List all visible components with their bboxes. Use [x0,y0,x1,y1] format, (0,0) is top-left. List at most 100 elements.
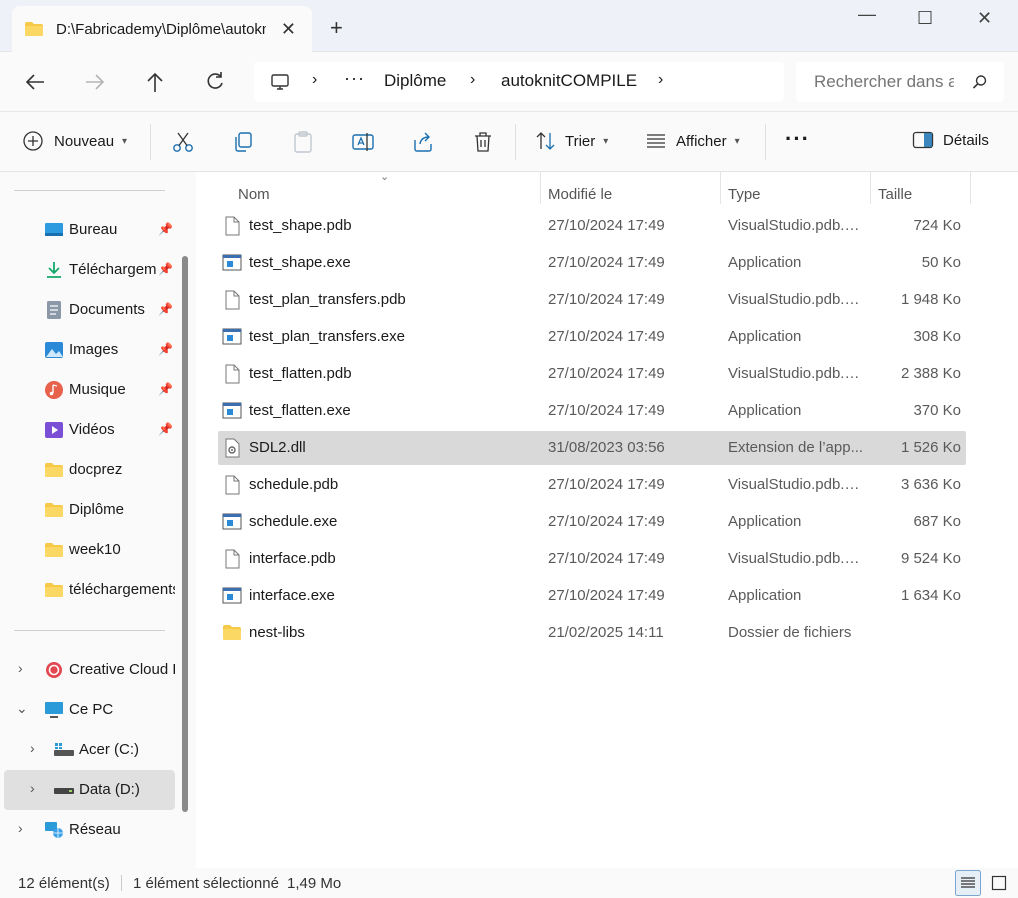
breadcrumb-autoknitcompile[interactable]: autoknitCOMPILE [501,71,637,91]
file-row[interactable]: nest-libs 21/02/2025 14:11 Dossier de fich… [218,616,966,650]
paste-icon[interactable] [291,130,315,154]
sidebar-item-creative-cloud[interactable]: › Creative Cloud Files [0,650,180,690]
search-icon[interactable] [972,74,988,90]
file-modified: 31/08/2023 03:56 [548,439,665,456]
pin-icon[interactable]: 📌 [158,302,173,316]
column-header-type[interactable]: Type [728,186,761,203]
file-row[interactable]: test_flatten.exe 27/10/2024 17:49 Applicat… [218,394,966,428]
sidebar-scrollbar[interactable] [182,256,188,812]
column-divider[interactable] [970,172,971,204]
chevron-right-icon[interactable]: › [30,780,35,796]
pin-icon[interactable]: 📌 [158,422,173,436]
breadcrumb-separator-icon[interactable]: › [312,71,317,89]
file-modified: 27/10/2024 17:49 [548,254,665,271]
sidebar-item-telechargements-folder[interactable]: téléchargements [0,570,180,610]
folder-icon [45,463,63,477]
sidebar-item-telechargements[interactable]: Téléchargements 📌 [0,250,180,290]
selection-count: 1 élément sélectionné [133,875,279,892]
column-header-name[interactable]: Nom [238,186,270,203]
file-modified: 27/10/2024 17:49 [548,217,665,234]
file-modified: 27/10/2024 17:49 [548,550,665,567]
file-row[interactable]: interface.exe 27/10/2024 17:49 Application… [218,579,966,613]
file-row[interactable]: SDL2.dll 31/08/2023 03:56 Extension de l’a… [218,431,966,465]
sidebar-item-data-d[interactable]: › Data (D:) [4,770,175,810]
sidebar-item-ce-pc[interactable]: ⌄ Ce PC [0,690,180,730]
details-button[interactable]: Détails [912,130,989,150]
minimize-button[interactable]: — [858,4,876,25]
up-arrow-icon[interactable] [145,71,165,93]
file-row[interactable]: test_flatten.pdb 27/10/2024 17:49 VisualSt… [218,357,966,391]
file-row[interactable]: test_plan_transfers.pdb 27/10/2024 17:49 V… [218,283,966,317]
column-header-modified[interactable]: Modifié le [548,186,612,203]
details-view-icon[interactable] [955,870,981,896]
file-row[interactable]: schedule.pdb 27/10/2024 17:49 VisualStudio… [218,468,966,502]
column-divider[interactable] [540,172,541,204]
this-pc-icon[interactable] [270,72,290,92]
details-button-label: Détails [943,131,989,149]
large-icons-view-icon[interactable] [986,870,1012,896]
file-row[interactable]: interface.pdb 27/10/2024 17:49 VisualStudi… [218,542,966,576]
search-box[interactable] [796,62,1004,102]
file-type: Dossier de fichiers [728,624,852,641]
sidebar-item-videos[interactable]: Vidéos 📌 [0,410,180,450]
sidebar-item-documents[interactable]: Documents 📌 [0,290,180,330]
maximize-button[interactable]: ☐ [917,8,933,29]
toolbar-divider [765,124,766,160]
tab-current-folder[interactable]: D:\Fabricademy\Diplôme\autoknitCOMPILE ✕ [12,6,312,52]
breadcrumb-separator-icon[interactable]: › [658,71,663,89]
plus-circle-icon [23,131,43,151]
column-divider[interactable] [870,172,871,204]
file-modified: 27/10/2024 17:49 [548,328,665,345]
chevron-down-icon: ▾ [734,135,740,147]
pin-icon[interactable]: 📌 [158,222,173,236]
sidebar-item-musique[interactable]: Musique 📌 [0,370,180,410]
copy-icon[interactable] [231,130,255,154]
back-arrow-icon[interactable] [24,72,46,92]
new-tab-button[interactable]: + [330,17,343,39]
sort-button[interactable]: Trier ▾ [535,130,608,152]
column-header-size[interactable]: Taille [878,186,912,203]
file-row[interactable]: test_shape.pdb 27/10/2024 17:49 VisualStud… [218,209,966,243]
sort-button-label: Trier [565,132,596,150]
file-name: test_shape.pdb [249,217,352,234]
column-divider[interactable] [720,172,721,204]
pin-icon[interactable]: 📌 [158,342,173,356]
chevron-right-icon[interactable]: › [18,660,23,676]
close-window-button[interactable]: ✕ [977,8,992,29]
breadcrumb-separator-icon[interactable]: › [470,71,475,89]
toolbar-divider [150,124,151,160]
refresh-icon[interactable] [205,71,225,91]
sidebar-item-bureau[interactable]: Bureau 📌 [0,210,180,250]
breadcrumb-diplome[interactable]: Diplôme [384,71,446,91]
share-icon[interactable] [411,130,435,154]
sidebar-item-acer-c[interactable]: › Acer (C:) [0,730,180,770]
sidebar-item-reseau[interactable]: › Réseau [0,810,180,850]
more-options-button[interactable]: ··· [785,126,810,152]
chevron-down-icon[interactable]: ⌄ [16,700,28,717]
file-row[interactable]: test_plan_transfers.exe 27/10/2024 17:49 A… [218,320,966,354]
forward-arrow-icon[interactable] [84,72,106,92]
view-button[interactable]: Afficher ▾ [645,130,740,152]
breadcrumb-overflow-button[interactable]: ··· [344,68,365,89]
sidebar-item-label: Creative Cloud Files [69,661,175,678]
new-button[interactable]: Nouveau ▾ [22,130,127,152]
cut-icon[interactable] [171,130,195,154]
close-tab-icon[interactable]: ✕ [281,19,296,40]
sidebar-item-week10[interactable]: week10 [0,530,180,570]
sidebar-item-docprez[interactable]: docprez [0,450,180,490]
sidebar-item-diplome[interactable]: Diplôme [0,490,180,530]
search-input[interactable] [814,72,954,92]
delete-icon[interactable] [471,130,495,154]
file-name: interface.pdb [249,550,336,567]
pin-icon[interactable]: 📌 [158,382,173,396]
sidebar-item-images[interactable]: Images 📌 [0,330,180,370]
file-row[interactable]: schedule.exe 27/10/2024 17:49 Application 6… [218,505,966,539]
chevron-right-icon[interactable]: › [30,740,35,756]
pin-icon[interactable]: 📌 [158,262,173,276]
chevron-right-icon[interactable]: › [18,820,23,836]
address-bar[interactable]: › ··· Diplôme › autoknitCOMPILE › [254,62,784,102]
item-count: 12 élément(s) [18,875,110,892]
rename-icon[interactable] [351,130,375,154]
file-row[interactable]: test_shape.exe 27/10/2024 17:49 Applicatio… [218,246,966,280]
application-icon [222,587,242,604]
